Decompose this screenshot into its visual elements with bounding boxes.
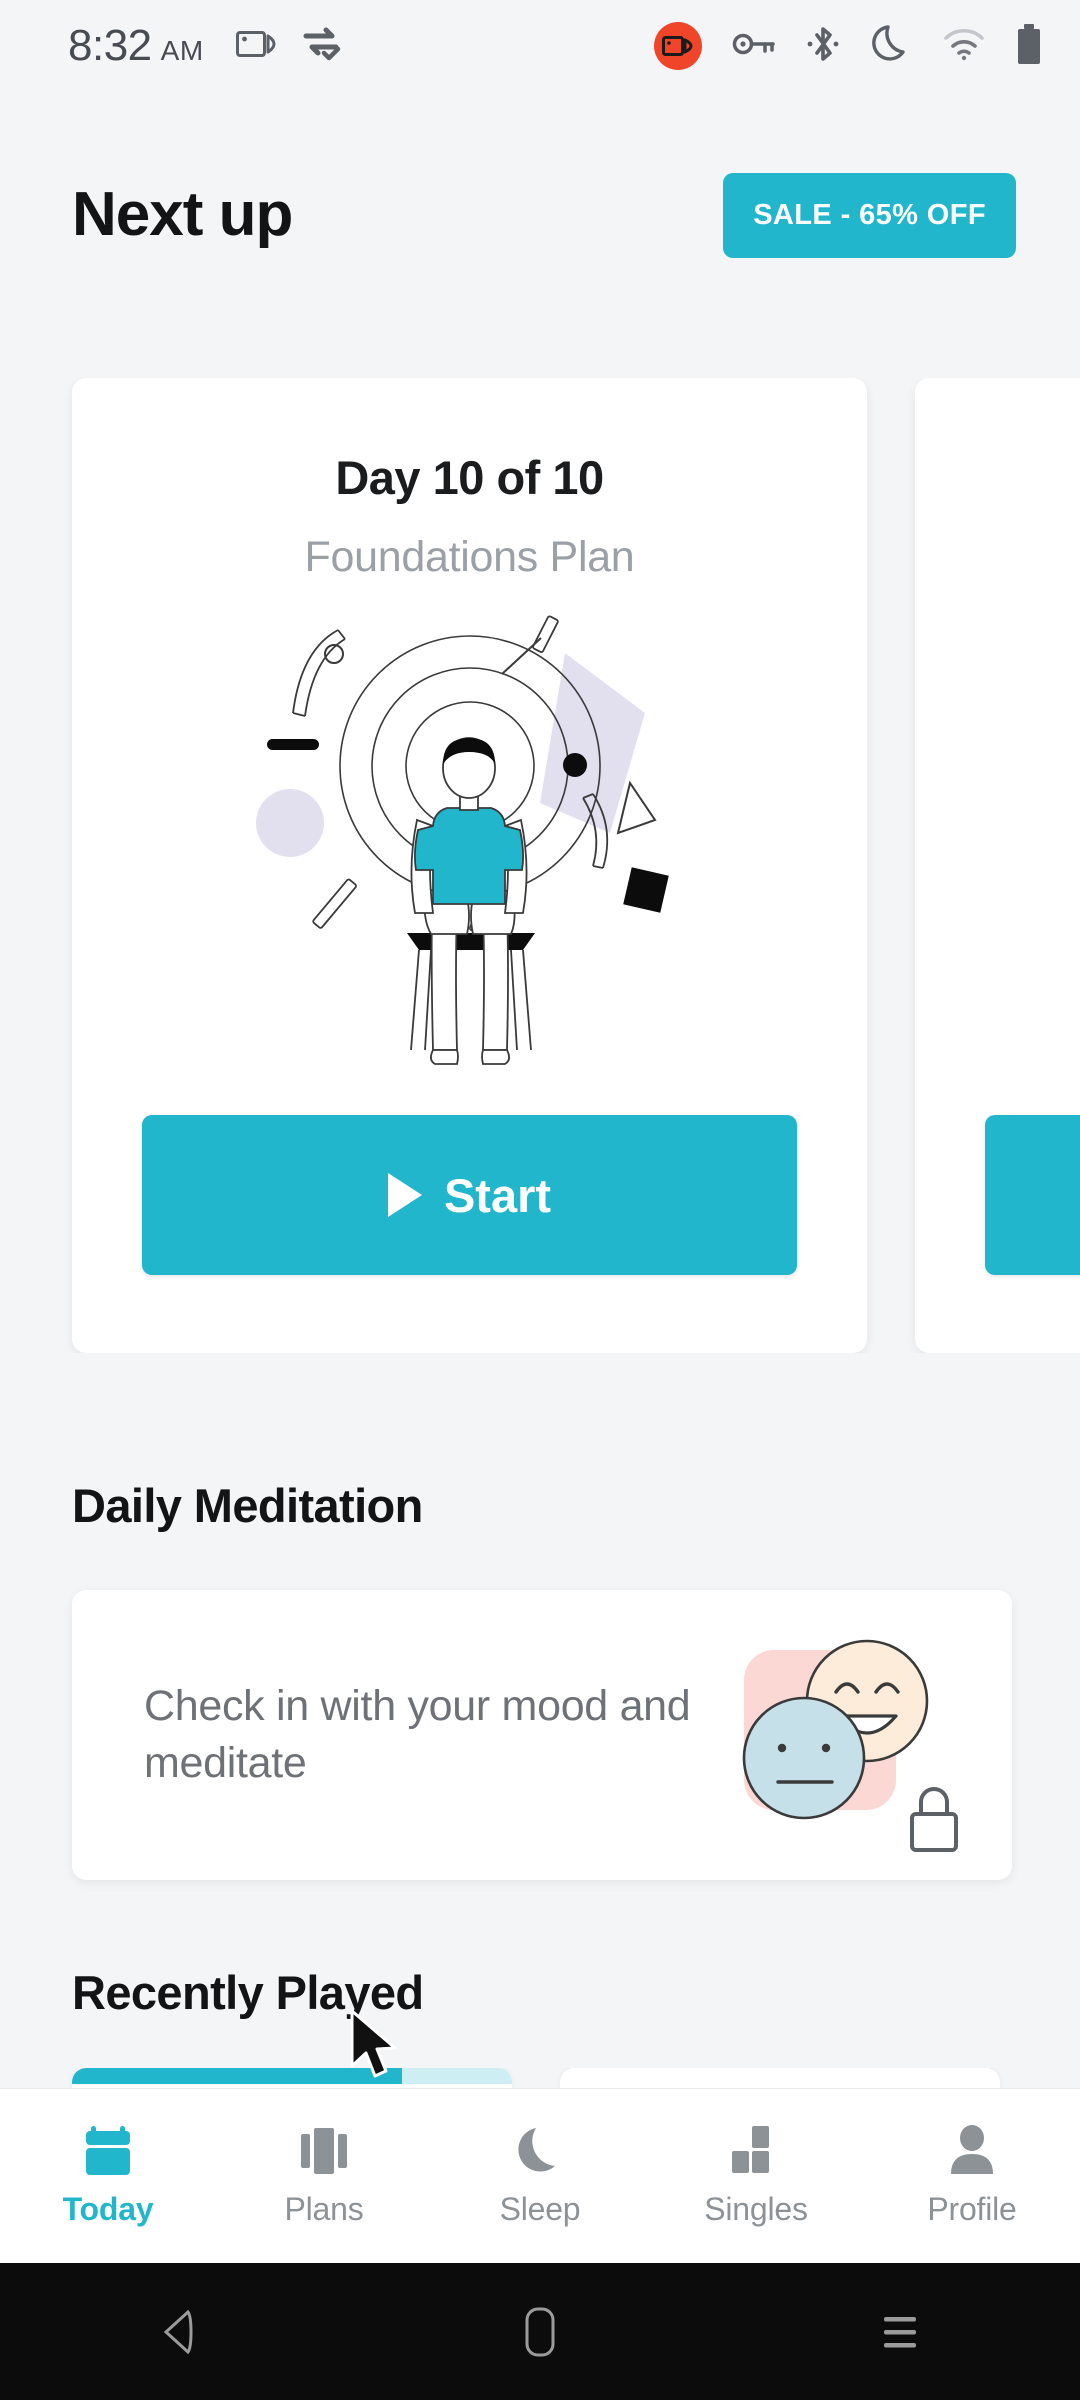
mood-faces-illustration: [726, 1610, 976, 1860]
plan-card-next[interactable]: [915, 378, 1080, 1353]
bluetooth-icon: [806, 24, 840, 69]
plan-card-subtitle: Foundations Plan: [304, 533, 635, 581]
tab-plans[interactable]: Plans: [216, 2125, 432, 2228]
calendar-icon: [79, 2125, 137, 2177]
status-bar: 8:32 AM: [0, 0, 1080, 92]
progress-fill: [72, 2068, 402, 2084]
clock-ampm: AM: [160, 35, 204, 66]
start-button-label: Start: [443, 1168, 552, 1222]
battery-icon: [1016, 23, 1042, 70]
tab-singles-label: Singles: [704, 2190, 808, 2227]
status-bar-right-icons: [654, 22, 1042, 71]
page-title: Next up: [72, 180, 293, 249]
tab-profile-label: Profile: [927, 2190, 1017, 2227]
start-button[interactable]: Start: [142, 1115, 797, 1275]
mood-checkin-text: Check in with your mood and meditate: [144, 1682, 691, 1787]
recording-badge-icon: [654, 22, 702, 70]
progress-track: [72, 2068, 512, 2084]
status-bar-left-icons: [235, 27, 342, 66]
seated-meditation-illustration: [72, 598, 867, 1068]
tab-today[interactable]: Today: [0, 2125, 216, 2228]
clock-time: 8:32: [68, 21, 152, 70]
wifi-icon: [942, 27, 986, 66]
blocks-icon: [727, 2125, 785, 2177]
home-rounded-rect-icon[interactable]: [450, 2263, 630, 2400]
sale-button[interactable]: SALE - 65% OFF: [723, 172, 1016, 258]
data-transfer-check-icon: [302, 27, 342, 66]
tab-plans-label: Plans: [284, 2190, 364, 2227]
do-not-disturb-moon-icon: [870, 22, 912, 71]
back-triangle-icon[interactable]: [90, 2263, 270, 2400]
recents-lines-icon[interactable]: [810, 2263, 990, 2400]
plan-card-title: Day 10 of 10: [335, 451, 604, 504]
plan-card[interactable]: Day 10 of 10 Foundations Plan Start: [72, 378, 867, 1353]
tab-singles[interactable]: Singles: [648, 2125, 864, 2228]
app-screen: 8:32 AM Next up SALE - 65% OFF Day 10 of…: [0, 0, 1080, 2400]
screen-record-icon: [235, 28, 278, 65]
bottom-tab-bar[interactable]: Today Plans Sleep Singles Profile: [0, 2088, 1080, 2263]
android-navigation-bar[interactable]: [0, 2263, 1080, 2400]
lock-icon: [910, 1787, 958, 1852]
start-button-next[interactable]: [985, 1115, 1080, 1275]
recently-played-section-title: Recently Played: [72, 1966, 424, 2019]
moon-icon: [511, 2125, 569, 2177]
mood-checkin-card[interactable]: Check in with your mood and meditate: [72, 1590, 1012, 1880]
status-bar-clock: 8:32 AM: [68, 21, 204, 71]
columns-icon: [295, 2125, 353, 2177]
page-header: Next up SALE - 65% OFF: [0, 140, 1080, 290]
tab-sleep-label: Sleep: [499, 2190, 581, 2227]
play-icon: [387, 1173, 422, 1217]
next-up-carousel[interactable]: Day 10 of 10 Foundations Plan Start: [0, 378, 1080, 1353]
tab-today-label: Today: [62, 2190, 154, 2227]
daily-meditation-section-title: Daily Meditation: [72, 1479, 423, 1532]
tab-profile[interactable]: Profile: [864, 2124, 1080, 2228]
person-icon: [943, 2124, 1001, 2177]
tab-sleep[interactable]: Sleep: [432, 2125, 648, 2228]
vpn-key-icon: [732, 31, 776, 62]
partial-next-card-illustration: [915, 708, 1080, 908]
